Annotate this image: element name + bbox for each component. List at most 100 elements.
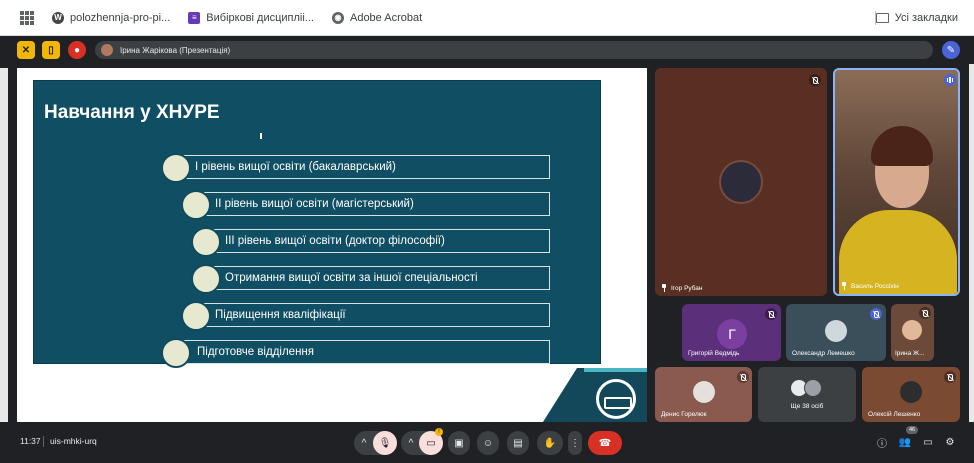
avatar [719, 160, 763, 204]
meeting-code: uis-mhki-urq [50, 436, 97, 446]
presenter-chip[interactable]: Ірина Жарікова (Презентація) [95, 41, 933, 59]
participant-tile[interactable]: Олексій Лешенко [862, 367, 960, 422]
slide-item-label: ІІ рівень вищої освіти (магістерський) [215, 198, 414, 210]
avatar [804, 379, 822, 397]
participant-count-badge: 46 [906, 426, 919, 434]
slide: Навчання у ХНУРЕ І рівень вищої освіти (… [33, 80, 601, 368]
timeline-dot [191, 264, 221, 294]
camera-warning-badge: ! [435, 428, 443, 436]
emoji-button[interactable]: ☺ [477, 431, 499, 455]
captions-button[interactable]: ▣ [448, 431, 470, 455]
slide-footer-accent [584, 368, 647, 372]
folder-icon [875, 13, 889, 23]
left-gutter [0, 68, 8, 422]
globe-icon: ◉ [331, 11, 344, 24]
chat-icon[interactable]: ▭ [922, 436, 934, 448]
form-icon: ≡ [188, 11, 201, 24]
slide-item-label: ІІІ рівень вищої освіти (доктор філософі… [225, 235, 445, 247]
slide-item: ІІ рівень вищої освіти (магістерський) [194, 192, 550, 216]
timeline-dot [191, 227, 221, 257]
mic-toggle-button[interactable]: 🎙 [373, 431, 397, 455]
mic-muted-icon [809, 74, 821, 86]
bottom-control-bar: 11:37 uis-mhki-urq ^ 🎙 ^ ▭ ! ▣ ☺ ▤ ✋ ⋮ ☎… [0, 422, 974, 463]
slide-item-label: І рівень вищої освіти (бакалаврський) [195, 161, 396, 173]
participant-name: Денис Горелюк [661, 411, 707, 418]
avatar [101, 44, 113, 56]
right-gutter [969, 64, 974, 422]
meet-top-bar: ✕ ▯ ● Ірина Жарікова (Презентація) ✎ [0, 36, 974, 64]
participant-name: Олександр Лемешко [792, 350, 855, 357]
mic-muted-icon [765, 308, 777, 320]
annotate-pen-icon[interactable]: ✎ [942, 41, 960, 59]
participant-tile[interactable]: Ігор Рубан [655, 68, 827, 296]
slide-item: Підвищення кваліфікації [194, 303, 550, 327]
activities-icon[interactable]: ⚙ [944, 436, 956, 448]
people-icon[interactable]: 👥 [899, 436, 911, 448]
bookmark-label: polozhennja-pro-pi... [70, 11, 171, 24]
pin-icon[interactable] [841, 282, 847, 290]
bookmark-label: Adobe Acrobat [349, 11, 423, 24]
participant-name: Григорій Ведмідь [688, 350, 740, 357]
unpin-icon[interactable]: ✕ [17, 41, 35, 59]
slide-item-label: Підготовче відділення [197, 346, 314, 358]
timeline-dot [161, 153, 191, 183]
all-bookmarks-button[interactable]: Усі закладки [875, 0, 958, 36]
clock: 11:37 [20, 436, 41, 446]
avatar [825, 320, 847, 342]
bookmark-item[interactable]: W polozhennja-pro-pi... [52, 11, 171, 24]
slide-item: І рівень вищої освіти (бакалаврський) [176, 155, 550, 179]
all-bookmarks-label: Усі закладки [894, 12, 958, 24]
bookmark-item[interactable]: ◉ Adobe Acrobat [331, 11, 423, 24]
participant-name: Ірина Ж... [895, 350, 925, 357]
exit-icon[interactable]: ▯ [42, 41, 60, 59]
mouse-cursor [260, 133, 264, 139]
camera-off-icon: ▭ [426, 437, 436, 449]
avatar [902, 320, 922, 340]
present-button[interactable]: ▤ [507, 431, 529, 455]
apps-grid-icon[interactable] [20, 10, 34, 25]
slide-item-label: Отримання вищої освіти за іншої спеціаль… [225, 272, 478, 284]
bookmarks-bar: W polozhennja-pro-pi... ≡ Вибіркові дисц… [0, 0, 974, 36]
raise-hand-button[interactable]: ✋ [537, 431, 563, 455]
participant-name: Олексій Лешенко [868, 411, 921, 418]
info-icon[interactable]: ⓘ [876, 436, 888, 450]
avatar [900, 381, 922, 403]
meet-window: W polozhennja-pro-pi... ≡ Вибіркові дисц… [0, 0, 974, 463]
presentation-stage: Навчання у ХНУРЕ І рівень вищої освіти (… [17, 68, 647, 422]
slide-item: Підготовче відділення [176, 340, 550, 364]
speaking-indicator-icon [944, 74, 956, 86]
participant-tile[interactable]: Денис Горелюк [655, 367, 752, 422]
slide-item: Отримання вищої освіти за іншої спеціаль… [204, 266, 550, 290]
mic-off-icon: 🎙 [378, 437, 392, 449]
participant-tile[interactable]: Г Григорій Ведмідь [682, 304, 781, 361]
more-participants-tile[interactable]: Ще 38 осіб [758, 367, 856, 422]
mic-options-chevron-icon[interactable]: ^ [356, 431, 372, 455]
participant-name: Василь Россіхін [841, 282, 899, 290]
university-logo [596, 379, 636, 419]
slide-item-label: Підвищення кваліфікації [215, 309, 346, 321]
slide-item: ІІІ рівень вищої освіти (доктор філософі… [204, 229, 550, 253]
participant-tile[interactable]: Василь Россіхін [833, 68, 960, 296]
mic-muted-icon [870, 308, 882, 320]
camera-options-chevron-icon[interactable]: ^ [403, 431, 419, 455]
mic-muted-icon [919, 307, 931, 319]
presenter-label: Ірина Жарікова (Презентація) [120, 45, 231, 55]
record-icon[interactable]: ● [68, 41, 86, 59]
pin-icon[interactable] [661, 284, 667, 292]
slide-title: Навчання у ХНУРЕ [44, 102, 220, 123]
wordpress-icon: W [52, 11, 64, 24]
timeline-dot [181, 190, 211, 220]
avatar: Г [717, 319, 747, 349]
bookmark-label: Вибіркові дисципліі... [206, 11, 314, 24]
more-participants-label: Ще 38 осіб [790, 403, 824, 410]
divider [43, 436, 44, 447]
avatar [693, 381, 715, 403]
more-options-button[interactable]: ⋮ [568, 431, 582, 455]
end-call-button[interactable]: ☎ [588, 431, 622, 455]
timeline-dot [181, 301, 211, 331]
participant-tile[interactable]: Олександр Лемешко [786, 304, 886, 361]
participant-name: Ігор Рубан [661, 284, 703, 292]
bookmark-item[interactable]: ≡ Вибіркові дисципліі... [188, 11, 314, 24]
mic-muted-icon [944, 371, 956, 383]
participant-tile[interactable]: Ірина Ж... [891, 304, 934, 361]
